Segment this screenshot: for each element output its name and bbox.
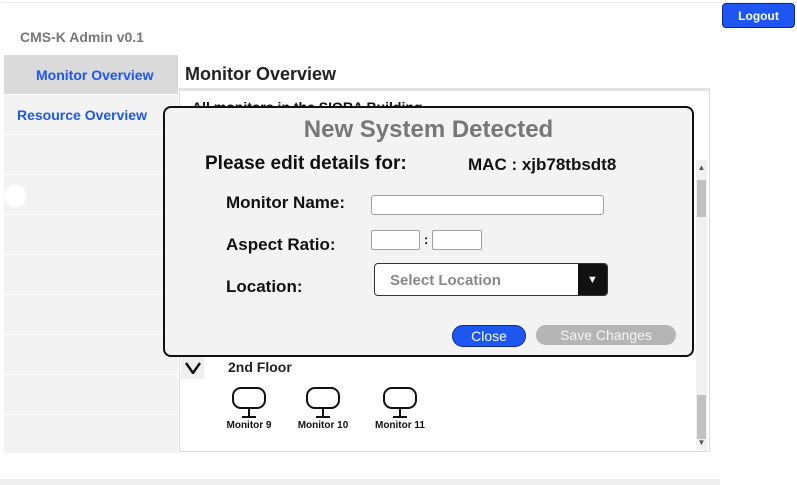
sidebar-item-label: Monitor Overview: [36, 66, 154, 83]
monitor-icon: [383, 387, 417, 418]
floor-label: 2nd Floor: [228, 359, 292, 375]
location-label: Location:: [226, 277, 303, 296]
chevron-down-icon: [184, 362, 201, 374]
location-select[interactable]: Select Location ▼: [374, 263, 608, 296]
monitor-icon: [306, 387, 340, 418]
sidebar-empty-row: [4, 135, 178, 175]
save-changes-button[interactable]: Save Changes: [536, 325, 676, 345]
monitor-label: Monitor 11: [374, 420, 425, 431]
monitor-item[interactable]: Monitor 10: [293, 386, 353, 431]
sidebar-toggle-knob[interactable]: [4, 185, 26, 207]
logout-button[interactable]: Logout: [722, 3, 795, 28]
sidebar: Monitor Overview Resource Overview: [4, 55, 178, 453]
monitor-name-label: Monitor Name:: [226, 193, 345, 212]
location-select-value: Select Location: [390, 272, 501, 289]
dialog-subtitle: Please edit details for:: [205, 153, 407, 174]
sidebar-empty-row: [4, 375, 178, 415]
sidebar-item-monitor-overview[interactable]: Monitor Overview: [4, 55, 178, 95]
monitor-item[interactable]: Monitor 11: [370, 386, 430, 431]
scroll-thumb[interactable]: [697, 395, 706, 439]
app-title: CMS-K Admin v0.1: [20, 29, 144, 45]
dialog-title: New System Detected: [303, 116, 554, 143]
monitor-label: Monitor 10: [297, 420, 349, 431]
monitor-label: Monitor 9: [226, 420, 272, 431]
scroll-thumb[interactable]: [697, 180, 706, 217]
dropdown-arrow-icon[interactable]: ▼: [578, 264, 607, 295]
aspect-separator: :: [424, 232, 429, 247]
sidebar-empty-row: [4, 335, 178, 375]
aspect-height-input[interactable]: [432, 230, 482, 250]
monitor-name-input[interactable]: [371, 195, 604, 215]
page-title: Monitor Overview: [185, 64, 337, 84]
floor-collapse-toggle[interactable]: [181, 357, 204, 379]
sidebar-item-resource-overview[interactable]: Resource Overview: [4, 95, 178, 135]
bottom-strip: [0, 479, 720, 485]
scroll-up-arrow-icon[interactable]: ▲: [696, 163, 707, 173]
sidebar-empty-row: [4, 295, 178, 335]
sidebar-item-label: Resource Overview: [17, 106, 147, 123]
mac-address: MAC : xjb78tbsdt8: [468, 155, 617, 174]
new-system-dialog: New System Detected Please edit details …: [163, 106, 694, 357]
monitor-icon: [232, 387, 266, 418]
scrollbar[interactable]: ▲ ▼: [696, 160, 707, 450]
aspect-width-input[interactable]: [371, 230, 420, 250]
sidebar-empty-row: [4, 175, 178, 215]
sidebar-empty-row: [4, 255, 178, 295]
close-button[interactable]: Close: [452, 325, 526, 347]
monitor-item[interactable]: Monitor 9: [219, 386, 279, 431]
scroll-down-arrow-icon[interactable]: ▼: [696, 438, 707, 448]
sidebar-empty-row: [4, 215, 178, 255]
aspect-ratio-label: Aspect Ratio:: [226, 235, 336, 254]
